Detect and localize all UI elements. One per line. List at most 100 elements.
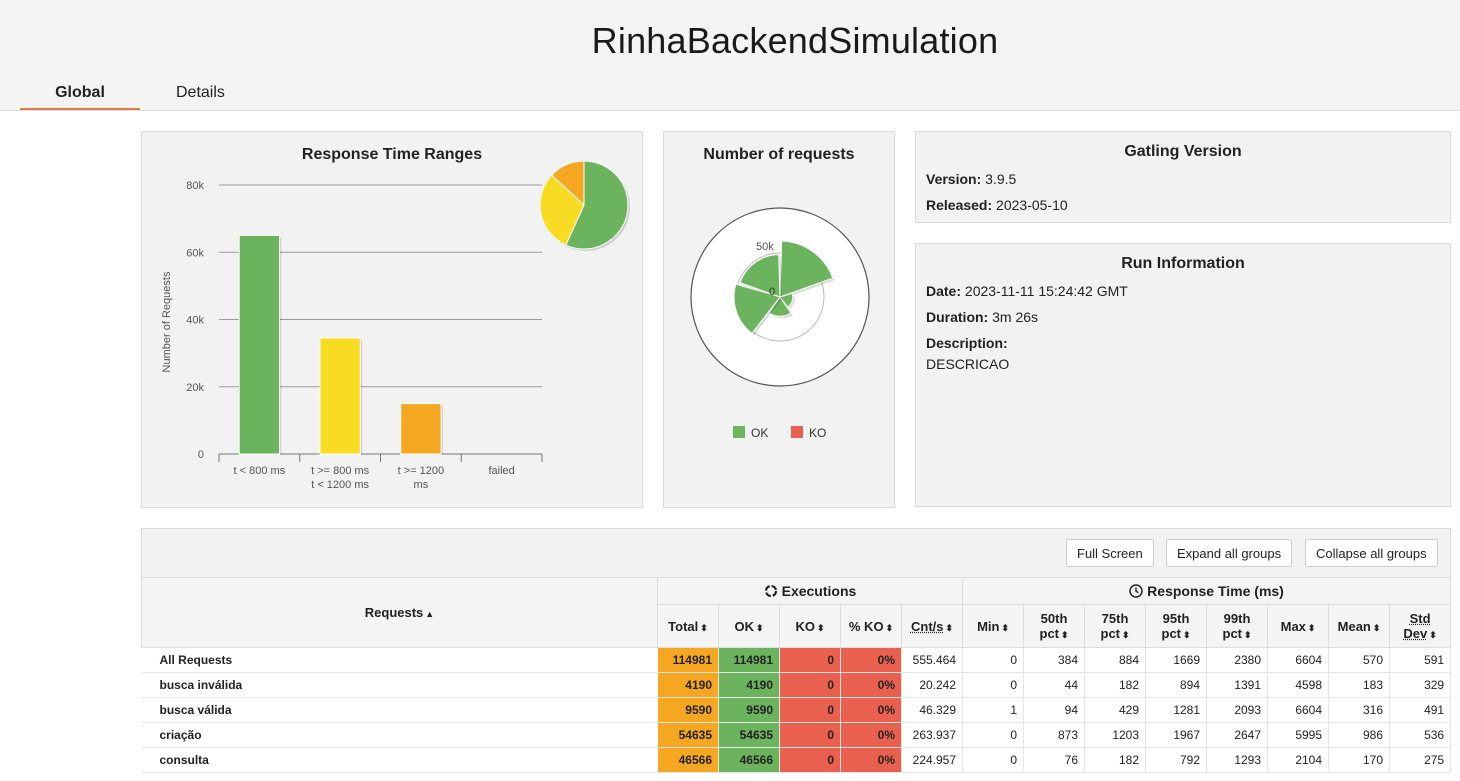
duration-row: Duration: 3m 26s [926, 309, 1038, 325]
table-cell: 170 [1328, 747, 1391, 773]
column-header-6[interactable]: Min ⬍ [962, 604, 1025, 648]
radial-tick-50k: 50k [756, 241, 774, 253]
run-information-title: Run Information [1121, 255, 1245, 272]
column-header-11[interactable]: Max ⬍ [1267, 604, 1330, 648]
column-header-8[interactable]: 75th pct ⬍ [1084, 604, 1147, 648]
table-cell: 46566 [657, 747, 719, 773]
request-name[interactable]: busca válida [141, 697, 658, 723]
table-cell: 183 [1328, 672, 1391, 698]
y-tick-label: 40k [186, 315, 204, 327]
version-label: Version: [926, 171, 982, 187]
table-cell: 384 [1023, 647, 1086, 673]
column-header-12[interactable]: Mean ⬍ [1328, 604, 1391, 648]
table-cell: 792 [1145, 747, 1208, 773]
sort-icon[interactable]: ⬍ [1122, 630, 1130, 640]
table-row[interactable]: busca inválida 4190 4190 0 0% 20.242 0 44 182 894… [141, 672, 1452, 698]
y-tick-label: 0 [198, 449, 204, 461]
released-row: Released: 2023-05-10 [926, 197, 1068, 213]
full-screen-button[interactable]: Full Screen [1066, 539, 1154, 567]
sort-icon[interactable]: ⬍ [1244, 630, 1252, 640]
response-time-ranges-chart: 80k 60k 40k 20k 0 t < 800 ms t >= 800 ms t < 1… [161, 160, 630, 491]
table-cell: 316 [1328, 697, 1391, 723]
table-cell: 9590 [657, 697, 719, 723]
collapse-all-groups-button[interactable]: Collapse all groups [1305, 539, 1438, 567]
tab-global[interactable]: Global [20, 84, 140, 110]
column-header-9[interactable]: 95th pct ⬍ [1145, 604, 1208, 648]
table-cell: 20.242 [901, 672, 964, 698]
sort-icon[interactable]: ⬍ [945, 623, 953, 633]
run-information-panel: Run Information Date: 2023-11-11 15:24:4… [915, 243, 1451, 507]
x-tick-label: t >= 800 ms [311, 465, 370, 477]
table-cell: 6604 [1267, 697, 1330, 723]
sort-icon[interactable]: ⬍ [1429, 630, 1437, 640]
table-cell: 4598 [1267, 672, 1330, 698]
table-cell: 1967 [1145, 722, 1208, 748]
legend-ko-label[interactable]: KO [809, 426, 826, 440]
column-header-10[interactable]: 99th pct ⬍ [1206, 604, 1269, 648]
sort-icon[interactable]: ⬍ [700, 623, 708, 633]
table-cell: 1391 [1206, 672, 1269, 698]
gatling-version-panel: Gatling Version Version: 3.9.5 Released:… [915, 131, 1451, 223]
request-name[interactable]: busca inválida [141, 672, 658, 698]
table-row[interactable]: criação 54635 54635 0 0% 263.937 0 873 1203 1967 2… [141, 722, 1452, 748]
version-value: 3.9.5 [985, 171, 1017, 187]
date-row: Date: 2023-11-11 15:24:42 GMT [926, 283, 1128, 299]
sort-icon[interactable]: ⬍ [1061, 630, 1069, 640]
sort-icon[interactable]: ⬍ [1373, 623, 1381, 633]
table-cell: 0% [840, 747, 902, 773]
bar-2[interactable] [319, 337, 361, 455]
table-cell: 114981 [657, 647, 719, 673]
table-cell: 1293 [1206, 747, 1269, 773]
table-cell: 2104 [1267, 747, 1330, 773]
table-cell: 76 [1023, 747, 1086, 773]
table-cell: 5995 [1267, 722, 1330, 748]
description-value: DESCRICAO [926, 356, 1010, 372]
bar-3[interactable] [400, 403, 442, 455]
request-name[interactable]: consulta [141, 747, 658, 773]
sort-asc-icon[interactable]: ▲ [425, 609, 434, 619]
table-cell: 986 [1328, 722, 1391, 748]
table-cell: 555.464 [901, 647, 964, 673]
legend-ok-label[interactable]: OK [751, 426, 768, 440]
x-tick-label: ms [414, 479, 429, 491]
response-time-ranges-panel: Response Time Ranges 80k 60k 40k 20k 0 t < 8… [141, 131, 643, 508]
table-row[interactable]: busca válida 9590 9590 0 0% 46.329 1 94 429 1281 2… [141, 697, 1452, 723]
table-row[interactable]: All Requests 114981 114981 0 0% 555.464 0 384 88… [141, 647, 1452, 673]
table-cell: 224.957 [901, 747, 964, 773]
table-cell: 2093 [1206, 697, 1269, 723]
sort-icon[interactable]: ⬍ [1183, 630, 1191, 640]
description-label: Description: [926, 335, 1008, 351]
column-header-4[interactable]: % KO ⬍ [840, 604, 902, 648]
column-header-5[interactable]: Cnt/s ⬍ [900, 604, 964, 648]
page-header: RinhaBackendSimulation Global Details [0, 0, 1460, 111]
column-header-7[interactable]: 50th pct ⬍ [1023, 604, 1086, 648]
table-cell: 536 [1389, 722, 1452, 748]
table-cell: 591 [1389, 647, 1452, 673]
table-cell: 894 [1145, 672, 1208, 698]
column-header-13[interactable]: Std Dev ⬍ [1389, 604, 1452, 648]
table-cell: 182 [1084, 747, 1147, 773]
sort-icon[interactable]: ⬍ [1001, 623, 1009, 633]
legend-ko-swatch[interactable] [791, 426, 803, 438]
requests-column-header[interactable]: Requests ▲ [141, 577, 658, 648]
sort-icon[interactable]: ⬍ [886, 623, 894, 633]
column-header-3[interactable]: KO ⬍ [779, 604, 841, 648]
radial-tick-0: 0 [769, 286, 775, 298]
column-header-2[interactable]: OK ⬍ [718, 604, 780, 648]
table-row[interactable]: consulta 46566 46566 0 0% 224.957 0 76 182 792 129… [141, 747, 1452, 773]
bar-1[interactable] [238, 234, 281, 455]
column-header-1[interactable]: Total ⬍ [657, 604, 719, 648]
sort-icon[interactable]: ⬍ [1308, 623, 1316, 633]
legend-ok-swatch[interactable] [733, 426, 745, 438]
response-time-group-header: Response Time (ms) [962, 577, 1452, 605]
request-name[interactable]: All Requests [141, 647, 658, 673]
sort-icon[interactable]: ⬍ [756, 623, 764, 633]
expand-all-groups-button[interactable]: Expand all groups [1166, 539, 1293, 567]
request-name[interactable]: criação [141, 722, 658, 748]
table-cell: 0 [779, 722, 841, 748]
table-cell: 263.937 [901, 722, 964, 748]
number-of-requests-chart: 50k 0 OK KO [690, 207, 870, 440]
sort-icon[interactable]: ⬍ [817, 623, 825, 633]
table-cell: 1669 [1145, 647, 1208, 673]
tab-details[interactable]: Details [176, 84, 225, 102]
